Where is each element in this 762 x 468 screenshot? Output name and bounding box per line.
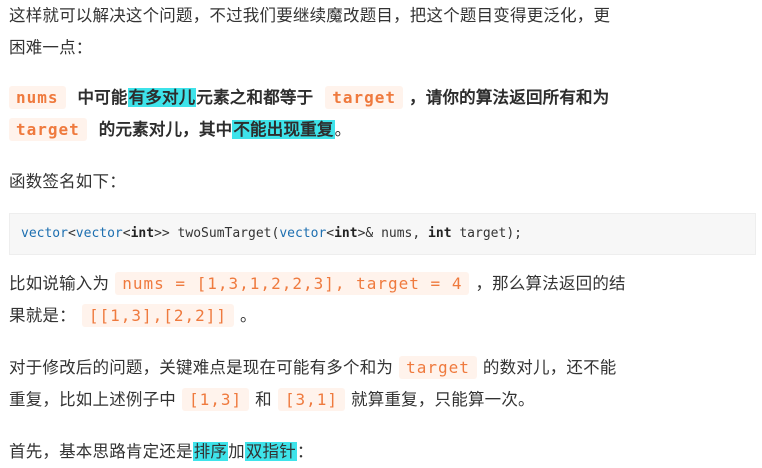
highlight-multiple-pairs: 有多对儿 <box>127 88 197 107</box>
paragraph-problem: nums 中可能有多对儿元素之和都等于 target ，请你的算法返回所有和为 t… <box>9 82 756 146</box>
problem-text-3: ，请你的算法返回所有和为 <box>409 88 610 107</box>
approach-text-3: ： <box>296 442 314 461</box>
problem-text-2: 元素之和都等于 <box>196 88 314 107</box>
paragraph-intro: 这样就可以解决这个问题，不过我们要继续魔改题目，把这个题目变得更泛化，更 困难一… <box>9 0 756 64</box>
inline-code-pair-1: [1,3] <box>182 388 250 411</box>
example-text-2: ，那么算法返回的结 <box>475 274 626 293</box>
highlight-two-pointers: 双指针 <box>244 442 297 461</box>
problem-line-1: nums 中可能有多对儿元素之和都等于 target ，请你的算法返回所有和为 <box>9 82 756 114</box>
analysis-text-5: 就算重复，只能算一次。 <box>351 390 535 409</box>
paragraph-example: 比如说输入为 nums = [1,3,1,2,2,3], target = 4 ，那… <box>9 268 756 332</box>
function-signature: vector<vector<int>> twoSumTarget(vector<… <box>21 226 522 241</box>
analysis-text-1: 对于修改后的问题，关键难点是现在可能有多个和为 <box>9 358 394 377</box>
inline-code-input: nums = [1,3,1,2,2,3], target = 4 <box>115 272 470 295</box>
problem-text-5: 。 <box>334 120 352 139</box>
code-block: vector<vector<int>> twoSumTarget(vector<… <box>9 213 756 255</box>
problem-text-4: 的元素对儿，其中 <box>98 120 233 139</box>
paragraph-approach: 首先，基本思路肯定还是排序加双指针： <box>9 436 756 468</box>
highlight-no-duplicates: 不能出现重复 <box>232 120 335 139</box>
inline-code-output: [[1,3],[2,2]] <box>81 304 235 327</box>
approach-text-1: 首先，基本思路肯定还是 <box>9 442 193 461</box>
inline-code-target-3: target <box>399 356 477 379</box>
inline-code-target-2: target <box>9 118 87 141</box>
analysis-text-3: 重复，比如上述例子中 <box>9 390 176 409</box>
problem-line-2: target 的元素对儿，其中不能出现重复。 <box>9 114 756 146</box>
analysis-text-4: 和 <box>255 390 272 409</box>
analysis-line-1: 对于修改后的问题，关键难点是现在可能有多个和为 target 的数对儿，还不能 <box>9 352 756 384</box>
example-text-4: 。 <box>240 306 257 325</box>
approach-text-2: 加 <box>228 442 245 461</box>
paragraph-analysis: 对于修改后的问题，关键难点是现在可能有多个和为 target 的数对儿，还不能 重复… <box>9 352 756 416</box>
inline-code-nums: nums <box>9 86 66 109</box>
inline-code-pair-2: [3,1] <box>277 388 346 411</box>
intro-line-2: 困难一点： <box>9 38 93 57</box>
analysis-line-2: 重复，比如上述例子中 [1,3] 和 [3,1] 就算重复，只能算一次。 <box>9 384 756 416</box>
example-line-2: 果就是： [[1,3],[2,2]] 。 <box>9 300 756 332</box>
inline-code-target: target <box>325 86 404 109</box>
problem-text-1: 中可能 <box>77 88 128 107</box>
paragraph-signature-intro: 函数签名如下： <box>9 172 126 191</box>
highlight-sort: 排序 <box>192 442 229 461</box>
example-line-1: 比如说输入为 nums = [1,3,1,2,2,3], target = 4 ，那… <box>9 268 756 300</box>
example-text-3: 果就是： <box>9 306 76 325</box>
intro-line-1: 这样就可以解决这个问题，不过我们要继续魔改题目，把这个题目变得更泛化，更 <box>9 6 611 25</box>
analysis-text-2: 的数对儿，还不能 <box>482 358 617 377</box>
example-text-1: 比如说输入为 <box>9 274 110 293</box>
